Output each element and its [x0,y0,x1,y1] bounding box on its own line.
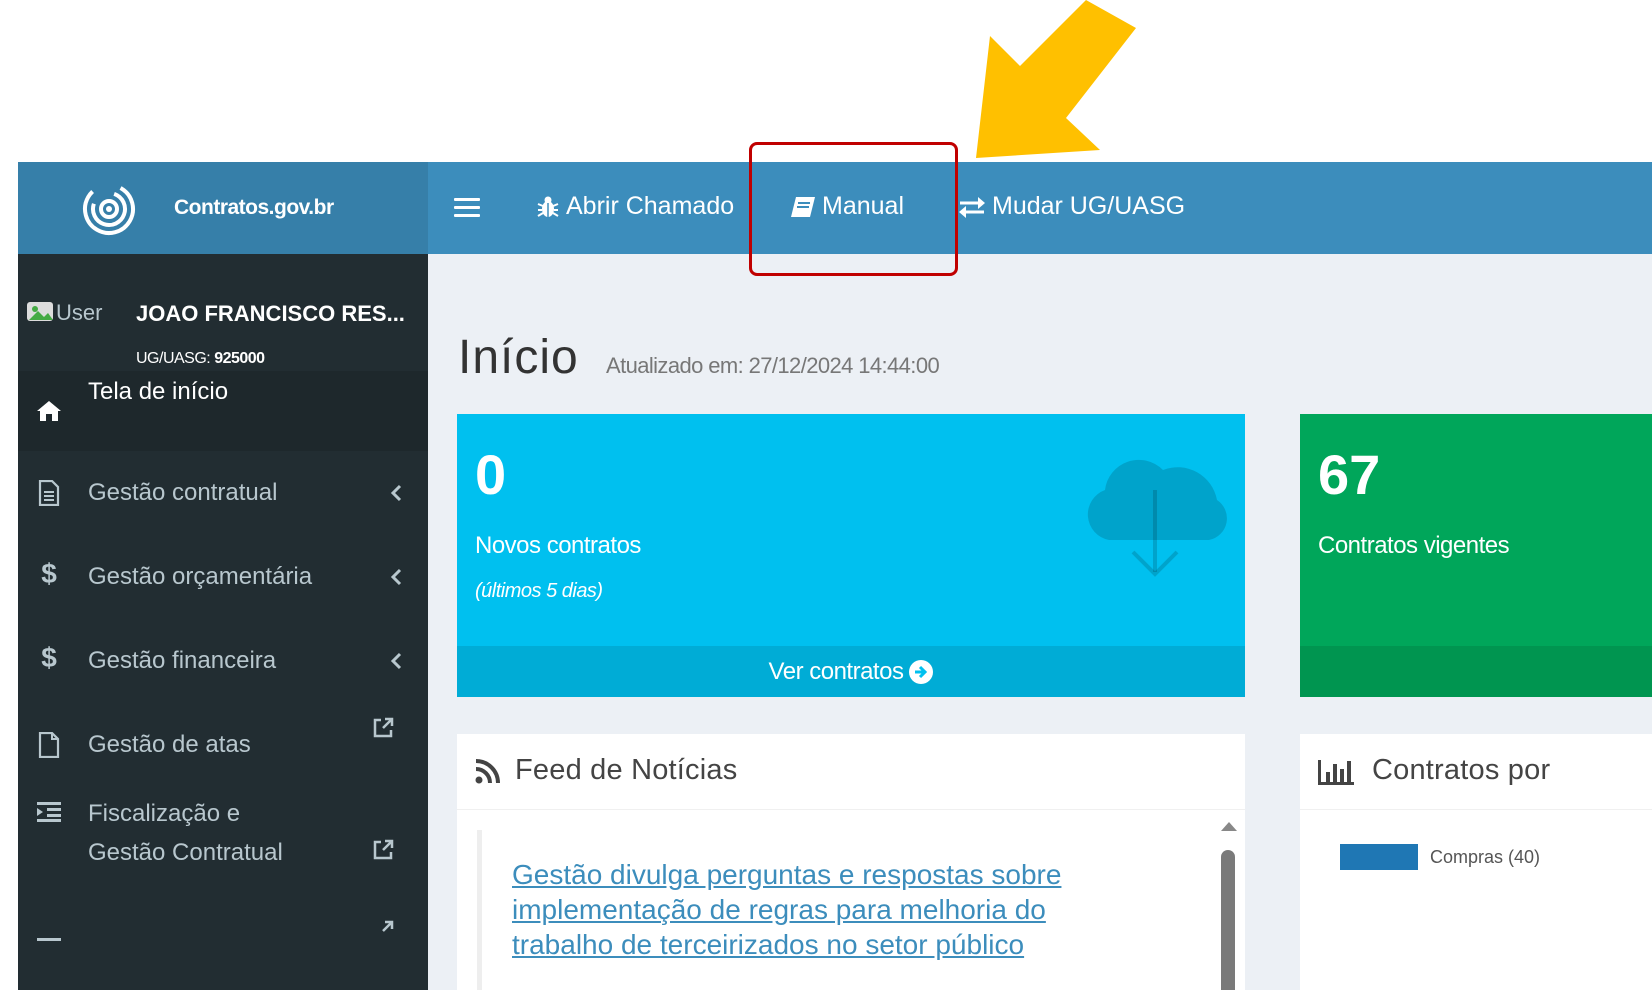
chart-legend-item: Compras (40) [1340,844,1540,870]
external-link-icon [382,920,394,932]
info-box-novos-contratos: 0 Novos contratos (últimos 5 dias) Ver c… [457,414,1245,697]
legend-swatch [1340,844,1418,870]
user-ug: UG/UASG: 925000 [136,350,265,367]
sidebar-item-gestao-contratual[interactable]: Gestão contratual [18,451,428,535]
annotation-arrow [976,0,1136,158]
page-title: Início [458,331,579,384]
bug-icon [537,196,559,217]
ver-contratos-link[interactable]: Ver contratos [457,646,1245,697]
arrow-circle-right-icon [909,659,934,684]
chart-panel-title: Contratos por [1372,754,1551,786]
sidebar-item-tela-inicio[interactable]: Tela de início [18,371,428,451]
box-number: 0 [475,443,507,506]
exchange-icon [959,196,985,218]
file-icon [36,732,62,758]
feed-panel: Feed de Notícias Gestão divulga pergunta… [457,734,1245,990]
chevron-left-icon [390,568,402,586]
app-window: Contratos.gov.br Abrir Chamado Manual Mu… [18,162,1652,990]
box-text: Novos contratos [475,532,641,559]
legend-label: Compras (40) [1430,846,1541,867]
user-panel: User JOAO FRANCISCO RES... UG/UASG: 9250… [18,254,428,371]
chevron-left-icon [390,484,402,502]
home-icon [36,398,62,424]
contratos-logo-icon [83,183,135,235]
sidebar-item-gestao-financeira[interactable]: $ Gestão financeira [18,619,428,703]
sidebar-item-more[interactable] [18,920,428,990]
chart-panel: Contratos por Compras (40) [1300,734,1652,990]
scroll-up-icon[interactable] [1221,822,1237,831]
sidebar-item-gestao-orcamentaria[interactable]: $ Gestão orçamentária [18,535,428,619]
indent-icon [36,799,62,825]
dollar-icon: $ [41,642,57,673]
sidebar-item-fiscalizacao[interactable]: Fiscalização e Gestão Contratual [18,787,428,887]
list-icon [36,930,62,956]
cloud-download-icon [1087,459,1227,577]
nav-mudar-ug[interactable]: Mudar UG/UASG [958,192,1185,221]
scroll-thumb[interactable] [1221,850,1235,990]
dollar-icon: $ [41,558,57,589]
nav-abrir-chamado[interactable]: Abrir Chamado [536,192,734,221]
brand-name: Contratos.gov.br [174,196,334,219]
box-footer[interactable] [1300,646,1652,697]
hamburger-icon [454,198,480,201]
box-number: 67 [1318,443,1381,506]
sidebar-toggle-button[interactable] [454,198,480,218]
brand[interactable]: Contratos.gov.br [18,162,428,254]
feed-scrollbar[interactable] [1217,822,1241,990]
user-name: JOAO FRANCISCO RES... [136,301,405,326]
external-link-icon [373,839,394,860]
info-box-contratos-vigentes: 67 Contratos vigentes [1300,414,1652,697]
box-text: Contratos vigentes [1318,532,1510,559]
feed-body: Gestão divulga perguntas e respostas sob… [477,830,1217,990]
user-avatar-icon [27,302,53,321]
external-link-icon [373,717,394,738]
feed-news-link[interactable]: Gestão divulga perguntas e respostas sob… [512,857,1152,962]
chart-panel-header: Contratos por [1300,734,1652,810]
chevron-left-icon [390,652,402,670]
feed-title: Feed de Notícias [515,754,738,786]
file-text-icon [36,480,62,506]
annotation-highlight-box [749,142,958,276]
rss-icon [475,759,500,784]
user-avatar-alt: User [56,300,103,325]
feed-panel-header: Feed de Notícias [457,734,1245,810]
sidebar: User JOAO FRANCISCO RES... UG/UASG: 9250… [18,254,428,990]
bar-chart-icon [1318,760,1354,785]
page-updated-timestamp: Atualizado em: 27/12/2024 14:44:00 [606,353,940,378]
box-subtext: (últimos 5 dias) [475,580,603,602]
sidebar-item-gestao-atas[interactable]: Gestão de atas [18,703,428,787]
